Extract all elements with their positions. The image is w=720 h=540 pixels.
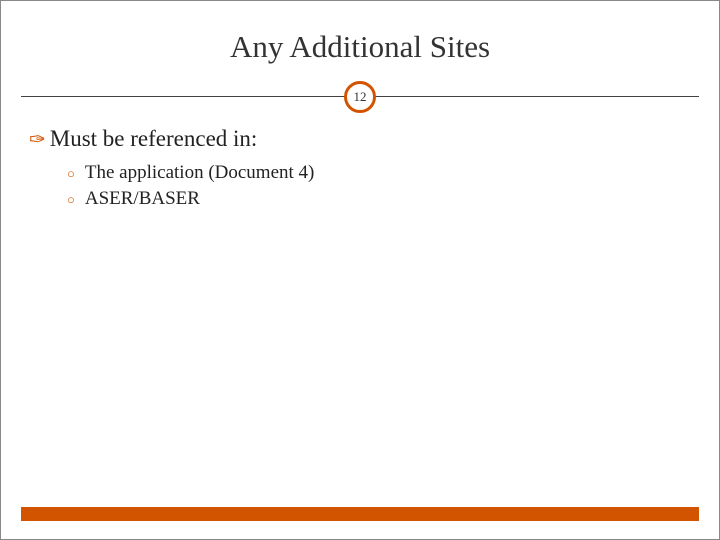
circle-bullet-icon: ○ bbox=[67, 166, 75, 182]
sub-bullet-item: ○ The application (Document 4) bbox=[67, 162, 691, 184]
page-number-badge: 12 bbox=[344, 81, 376, 113]
slide-container: Any Additional Sites 12 ✑ Must be refere… bbox=[0, 0, 720, 540]
main-bullet-text: Must be referenced in: bbox=[50, 126, 258, 152]
sub-bullet-list: ○ The application (Document 4) ○ ASER/BA… bbox=[67, 162, 691, 210]
sub-bullet-text: ASER/BASER bbox=[85, 188, 200, 210]
scribble-bullet-icon: ✑ bbox=[29, 127, 46, 152]
page-number: 12 bbox=[354, 89, 367, 105]
bottom-accent-bar bbox=[21, 507, 699, 521]
main-bullet-item: ✑ Must be referenced in: bbox=[29, 126, 691, 152]
slide-title: Any Additional Sites bbox=[1, 1, 719, 80]
sub-bullet-item: ○ ASER/BASER bbox=[67, 188, 691, 210]
circle-bullet-icon: ○ bbox=[67, 192, 75, 208]
sub-bullet-text: The application (Document 4) bbox=[85, 162, 315, 184]
content-area: ✑ Must be referenced in: ○ The applicati… bbox=[29, 126, 691, 214]
